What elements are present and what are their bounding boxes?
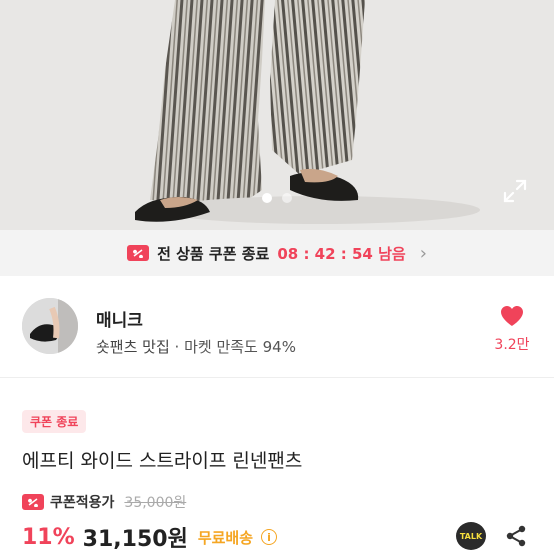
coupon-price-label: 쿠폰적용가 <box>50 495 115 511</box>
coupon-countdown-banner[interactable]: 전 상품 쿠폰 종료 08 : 42 : 54 남음 › <box>0 230 554 276</box>
chevron-right-icon: › <box>419 242 427 264</box>
seller-avatar[interactable] <box>22 298 78 354</box>
expand-icon[interactable] <box>502 178 528 204</box>
info-icon[interactable]: i <box>261 529 278 545</box>
heart-icon <box>501 306 523 326</box>
original-price: 35,000원 <box>124 495 187 511</box>
like-count: 3.2만 <box>494 337 530 353</box>
countdown-timer: 08 : 42 : 54 남음 <box>277 244 406 263</box>
sale-price: 31,150원 <box>82 527 188 552</box>
coupon-icon <box>22 494 44 510</box>
carousel-dot[interactable] <box>282 193 292 203</box>
coupon-ended-badge: 쿠폰 종료 <box>22 410 87 433</box>
product-image[interactable] <box>0 0 554 230</box>
share-icon[interactable] <box>504 524 528 548</box>
seller-tag: 숏팬츠 맛집 <box>96 338 170 356</box>
like-button[interactable]: 3.2만 <box>492 304 532 354</box>
free-shipping-label: 무료배송 <box>197 528 254 547</box>
seller-meta: 숏팬츠 맛집 · 마켓 만족도 94% <box>96 336 296 357</box>
market-satisfaction: 마켓 만족도 94% <box>184 338 296 356</box>
carousel-dots <box>0 193 554 203</box>
price-row: 11% 31,150원 무료배송 i <box>22 521 278 553</box>
seller-name[interactable]: 매니크 <box>96 306 143 331</box>
coupon-price-row: 쿠폰적용가 35,000원 <box>22 492 186 512</box>
kakao-talk-button[interactable]: TALK <box>456 522 486 550</box>
meta-separator: · <box>169 338 185 356</box>
coupon-icon <box>127 245 150 261</box>
discount-rate: 11% <box>22 524 75 550</box>
seller-row[interactable]: 매니크 숏팬츠 맛집 · 마켓 만족도 94% 3.2만 <box>0 276 554 378</box>
banner-text: 전 상품 쿠폰 종료 <box>157 244 270 263</box>
product-title: 에프티 와이드 스트라이프 린넨팬츠 <box>22 450 303 472</box>
carousel-dot-active[interactable] <box>262 193 272 203</box>
